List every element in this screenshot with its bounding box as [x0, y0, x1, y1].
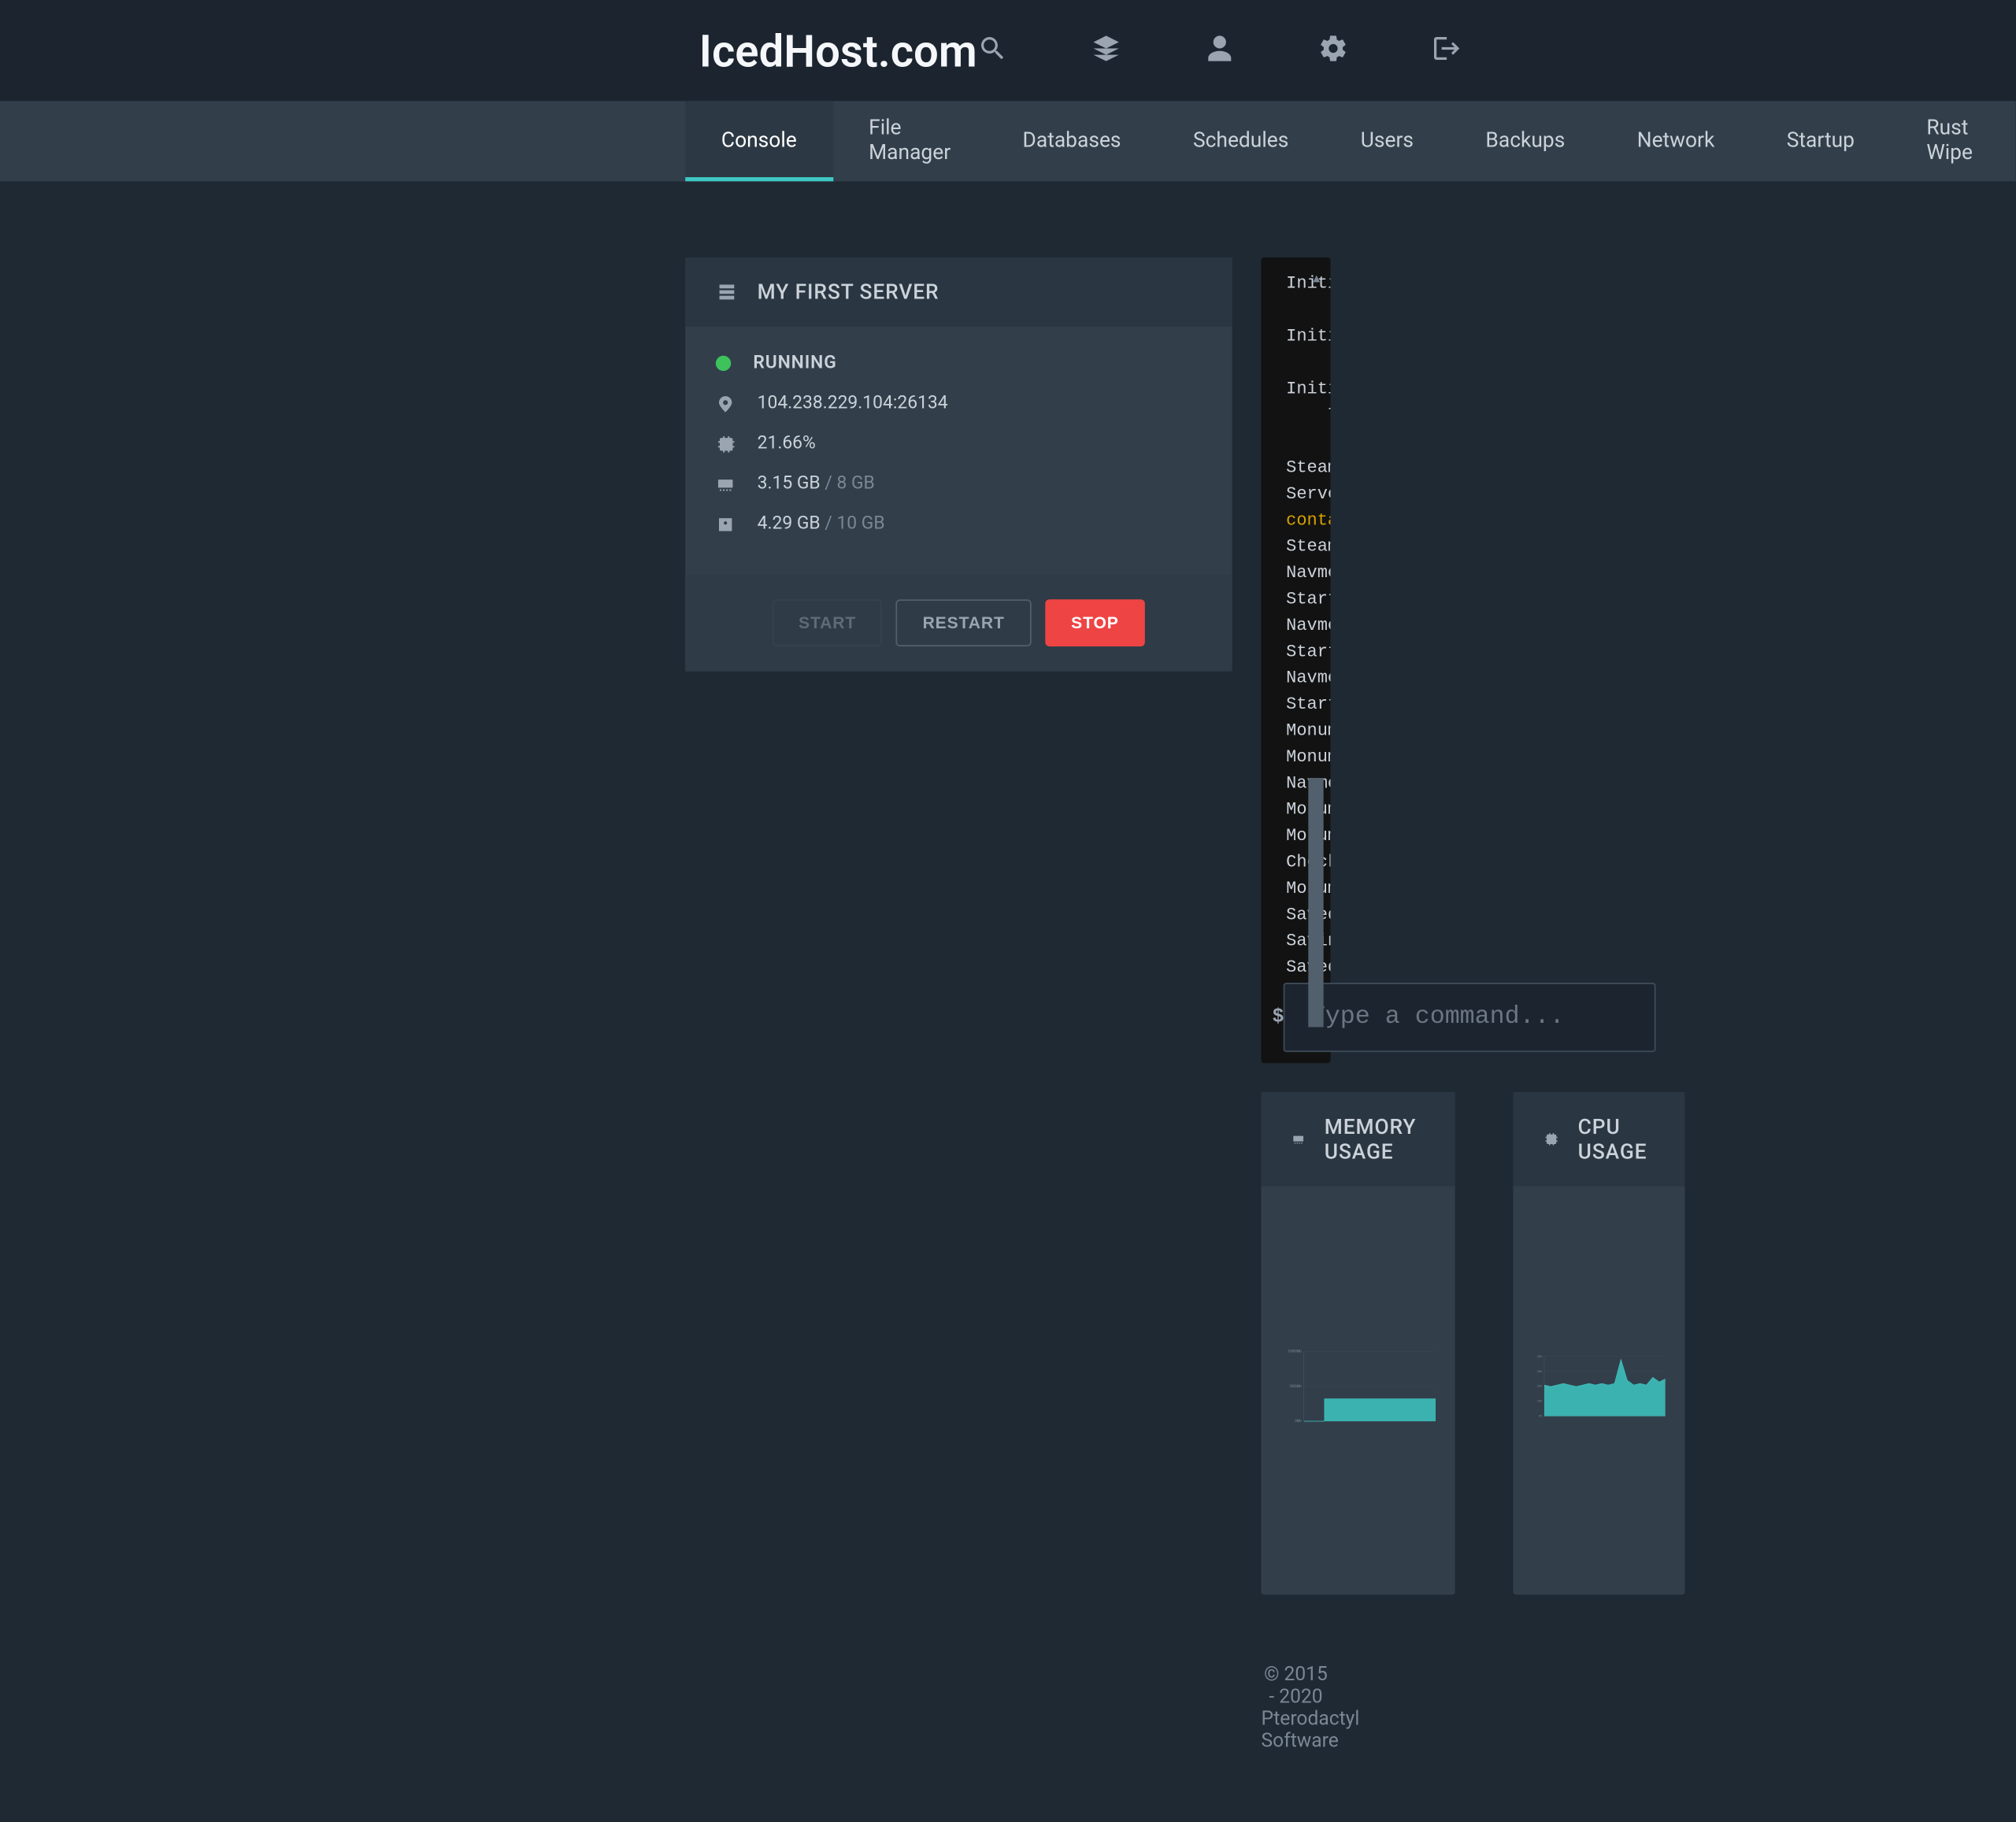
svg-text:10%: 10% [1537, 1399, 1543, 1402]
status-row: RUNNING [716, 343, 1202, 383]
svg-text:5000Mb: 5000Mb [1289, 1385, 1302, 1389]
svg-text:30%: 30% [1537, 1370, 1543, 1373]
server-card-header: MY FIRST SERVER [685, 257, 1232, 327]
tab-network[interactable]: Network [1601, 101, 1751, 181]
tab-schedules[interactable]: Schedules [1157, 101, 1325, 181]
memory-icon [1292, 1128, 1305, 1150]
scrollbar-thumb[interactable] [1308, 778, 1323, 1027]
stop-button[interactable]: STOP [1045, 599, 1145, 646]
network-icon [716, 394, 736, 413]
tab-backups[interactable]: Backups [1450, 101, 1601, 181]
status-dot [716, 356, 731, 371]
tab-startup[interactable]: Startup [1751, 101, 1891, 181]
tab-console[interactable]: Console [685, 101, 832, 181]
svg-text:10000Mb: 10000Mb [1288, 1350, 1302, 1354]
svg-text:20%: 20% [1537, 1385, 1543, 1388]
restart-button[interactable]: RESTART [896, 599, 1031, 646]
search-icon[interactable] [977, 32, 1008, 69]
brand-title[interactable]: IcedHost.com [699, 24, 977, 77]
cpu-chart: 40% 30% 20% 10% 0% [1533, 1211, 1666, 1561]
disk-row: 4.29 GB / 10 GB [716, 504, 1202, 544]
memory-chart: 10000Mb 5000Mb 0Mb [1280, 1211, 1436, 1561]
admin-icon[interactable] [1317, 32, 1348, 69]
svg-text:40%: 40% [1537, 1355, 1543, 1358]
cpu-icon [1544, 1128, 1558, 1150]
scroll-up-icon[interactable]: ▴ [1313, 272, 1320, 287]
server-icon [716, 281, 738, 303]
address-row: 104.238.229.104:26134 [716, 383, 1202, 424]
cpu-chart-header: CPU USAGE [1514, 1092, 1685, 1187]
cpu-row: 21.66% [716, 424, 1202, 464]
disk-icon [716, 514, 736, 534]
layers-icon[interactable] [1091, 32, 1121, 69]
memory-chart-header: MEMORY USAGE [1262, 1092, 1456, 1187]
account-icon[interactable] [1204, 32, 1235, 69]
console-input[interactable] [1284, 983, 1656, 1052]
tab-settings[interactable]: Settings [2009, 101, 2016, 181]
subnav: Console File Manager Databases Schedules… [0, 101, 2016, 181]
svg-text:0%: 0% [1539, 1415, 1543, 1418]
memory-icon [716, 474, 736, 494]
svg-text:0Mb: 0Mb [1295, 1420, 1302, 1424]
console-prompt-symbol: $ [1273, 983, 1284, 1052]
tab-rust-wipe[interactable]: Rust Wipe [1891, 101, 2009, 181]
tab-users[interactable]: Users [1325, 101, 1450, 181]
logout-icon[interactable] [1431, 32, 1462, 69]
tab-file-manager[interactable]: File Manager [832, 101, 986, 181]
footer-text: © 2015 - 2020 Pterodactyl Software [1262, 1594, 1331, 1821]
cpu-icon [716, 434, 736, 454]
tab-databases[interactable]: Databases [987, 101, 1157, 181]
console: Initializing 13646 entity links done. In… [1262, 257, 1331, 1063]
start-button: START [773, 599, 883, 646]
memory-row: 3.15 GB / 8 GB [716, 464, 1202, 504]
